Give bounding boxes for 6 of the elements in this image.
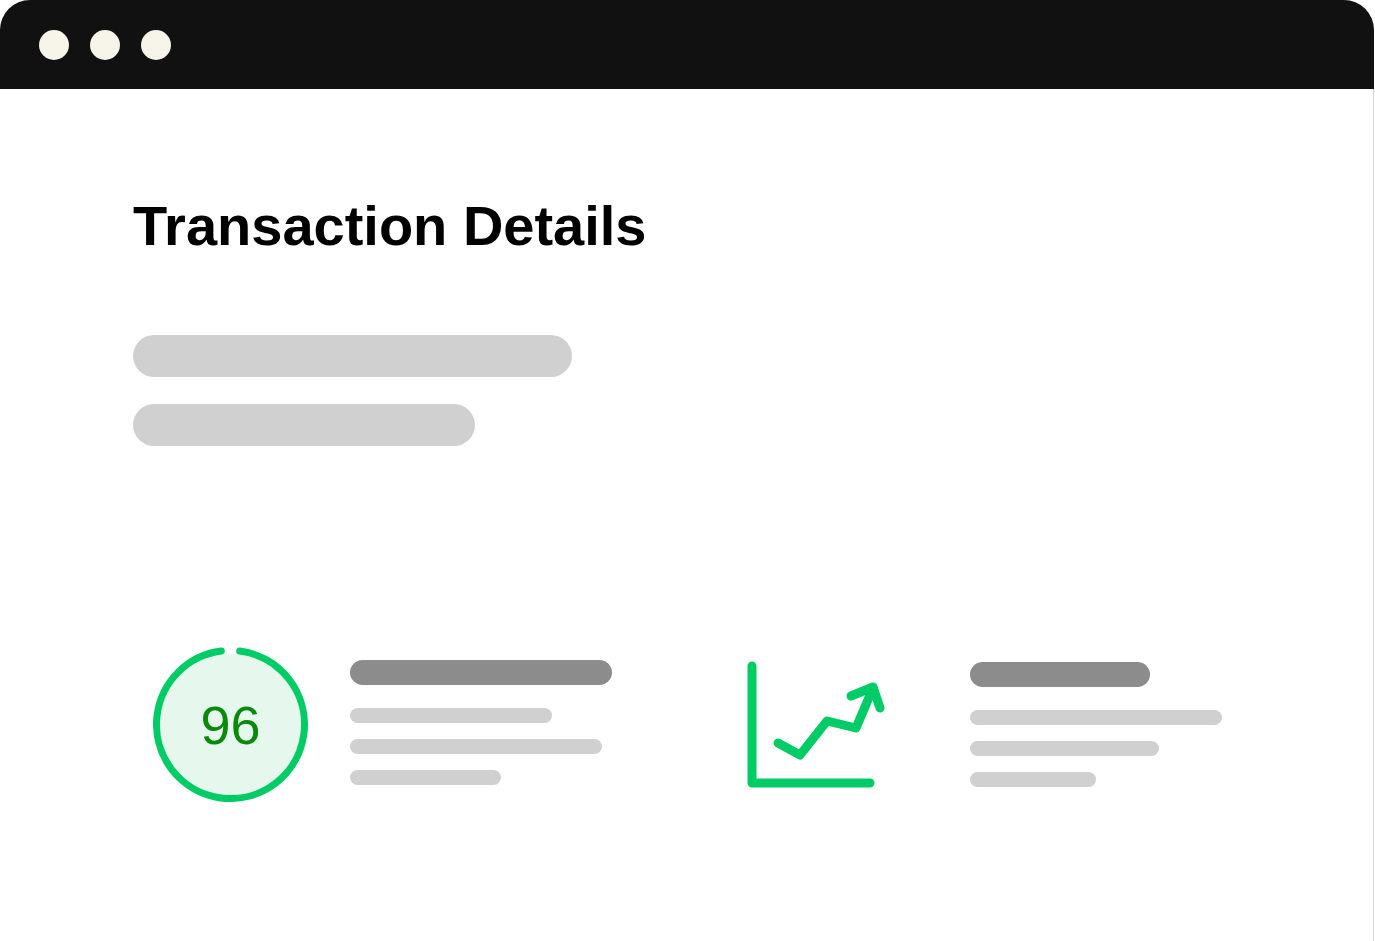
window-control-icon[interactable] (141, 29, 171, 60)
score-value: 96 (200, 697, 261, 752)
line-chart-icon (747, 660, 887, 789)
window-control-icon[interactable] (39, 29, 69, 60)
window-control-icon[interactable] (90, 29, 120, 60)
page-title: Transaction Details (133, 193, 647, 259)
